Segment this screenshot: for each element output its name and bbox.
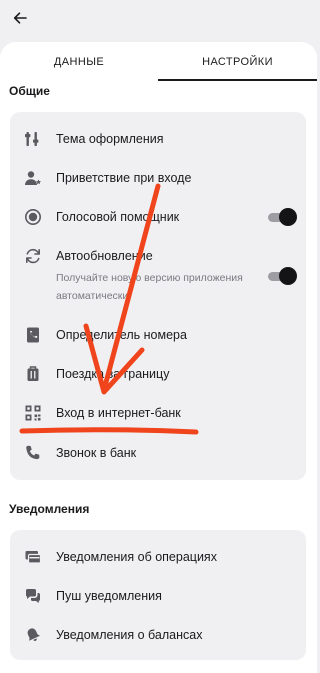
auto-update-toggle[interactable] [268, 267, 297, 285]
back-button[interactable] [8, 4, 32, 32]
phone-icon [22, 442, 44, 464]
toggle-knob [279, 267, 297, 285]
tab-bar: ДАННЫЕ НАСТРОЙКИ [0, 42, 317, 82]
refresh-icon [22, 245, 44, 267]
sliders-icon [22, 128, 44, 150]
arrow-left-icon [13, 12, 27, 24]
setting-label: Поездка за границу [56, 367, 170, 381]
setting-theme[interactable]: Тема оформления [10, 124, 306, 154]
chat-bubbles-icon [22, 585, 44, 607]
bell-icon [22, 624, 44, 646]
setting-voice-assistant[interactable]: Голосовой помощник [10, 202, 306, 232]
setting-push-notifications[interactable]: Пуш уведомления [10, 581, 306, 611]
active-tab-indicator [158, 79, 317, 81]
setting-label: Вход в интернет-банк [56, 406, 181, 420]
voice-assistant-toggle[interactable] [268, 208, 297, 226]
suitcase-icon [22, 363, 44, 385]
notifications-card: Уведомления об операциях Пуш уведомления [10, 530, 306, 660]
section-title-general: Общие [9, 84, 50, 98]
setting-greeting[interactable]: Приветствие при входе [10, 163, 306, 193]
setting-label: Тема оформления [56, 132, 164, 146]
setting-label: Автообновление [56, 249, 153, 263]
general-settings-card: Тема оформления Приветствие при входе Го… [10, 112, 306, 480]
voice-assistant-icon [22, 206, 44, 228]
setting-label: Приветствие при входе [56, 171, 192, 185]
setting-travel-abroad[interactable]: Поездка за границу [10, 359, 306, 389]
tab-settings[interactable]: НАСТРОЙКИ [158, 42, 317, 82]
setting-balance-notifications[interactable]: Уведомления о балансах [10, 620, 306, 650]
setting-subtitle: Получайте новую версию приложения автома… [56, 272, 243, 302]
setting-label: Уведомления об операциях [56, 550, 217, 564]
setting-auto-update[interactable]: Автообновление Получайте новую версию пр… [10, 241, 306, 311]
section-title-notifications: Уведомления [9, 502, 90, 516]
setting-caller-id[interactable]: Определитель номера [10, 320, 306, 350]
setting-label: Голосовой помощник [56, 210, 180, 224]
setting-call-bank[interactable]: Звонок в банк [10, 438, 306, 468]
user-star-icon [22, 167, 44, 189]
qr-code-icon [22, 402, 44, 424]
setting-label: Звонок в банк [56, 446, 137, 460]
settings-sheet: ДАННЫЕ НАСТРОЙКИ Общие Тема оформления П… [0, 42, 317, 673]
toggle-knob [279, 208, 297, 226]
setting-label: Уведомления о балансах [56, 628, 203, 642]
setting-internet-bank-login[interactable]: Вход в интернет-банк [10, 398, 306, 428]
setting-label: Пуш уведомления [56, 589, 162, 603]
cards-icon [22, 546, 44, 568]
setting-operation-notifications[interactable]: Уведомления об операциях [10, 542, 306, 572]
phone-book-icon [22, 324, 44, 346]
tab-data[interactable]: ДАННЫЕ [0, 42, 158, 82]
setting-label: Определитель номера [56, 328, 187, 342]
top-bar [0, 0, 317, 44]
